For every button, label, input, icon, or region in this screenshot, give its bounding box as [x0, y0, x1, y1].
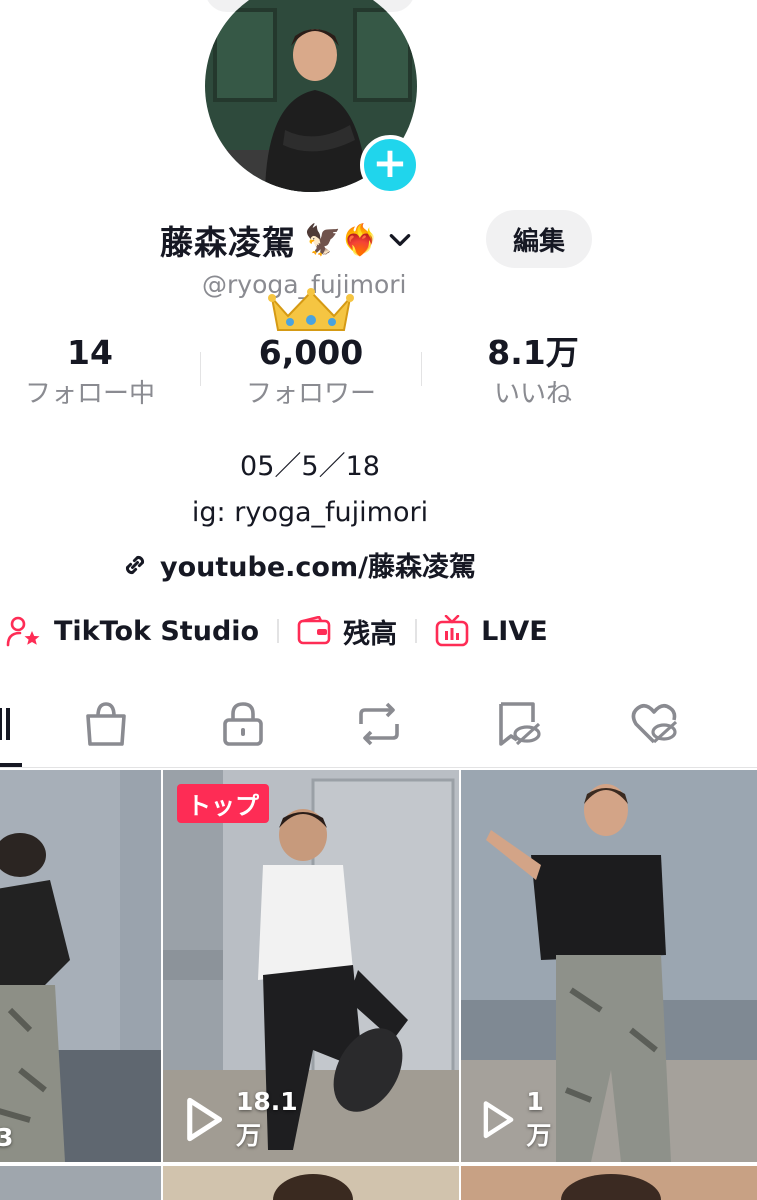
tiktok-studio-button[interactable]: TikTok Studio — [6, 615, 259, 647]
following-label: フォロー中 — [24, 379, 155, 409]
tab-private[interactable] — [219, 700, 267, 748]
view-count-text: 18.1万 — [236, 1087, 298, 1150]
followers-label: フォロワー — [245, 379, 376, 409]
video-image — [163, 1166, 459, 1200]
stat-likes[interactable]: 8.1万 いいね — [443, 330, 623, 412]
balance-button[interactable]: 残高 — [297, 612, 397, 651]
play-icon — [187, 1097, 223, 1142]
follow-add-button[interactable]: + — [360, 135, 420, 195]
stat-divider — [421, 352, 422, 386]
tab-shop[interactable] — [82, 700, 130, 748]
video-thumbnail[interactable] — [461, 1166, 757, 1200]
video-thumbnail[interactable]: 1万 — [461, 770, 757, 1162]
tab-videos[interactable] — [0, 700, 18, 748]
likes-count: 8.1万 — [487, 333, 579, 372]
following-count: 14 — [67, 333, 113, 372]
video-thumbnail[interactable] — [0, 1166, 161, 1200]
live-tv-icon — [435, 615, 469, 647]
tool-divider — [277, 619, 280, 643]
name-emojis: 🦅❤️‍🔥 — [304, 222, 379, 258]
chevron-down-icon[interactable] — [387, 227, 413, 253]
pinned-badge: トップ — [177, 784, 269, 823]
link-icon — [125, 555, 145, 574]
balance-label: 残高 — [343, 618, 398, 650]
tabs-divider — [0, 767, 757, 768]
tiktok-studio-label: TikTok Studio — [54, 615, 260, 647]
tool-divider — [415, 619, 418, 643]
video-thumbnail[interactable]: 3 — [0, 770, 161, 1162]
live-label: LIVE — [481, 615, 548, 647]
video-image — [0, 770, 161, 1162]
profile-tabs — [0, 690, 757, 768]
video-image — [461, 1166, 757, 1200]
tab-liked-hidden[interactable] — [630, 700, 678, 748]
view-count: 18.1万 — [177, 1087, 298, 1152]
likes-label: いいね — [493, 379, 572, 409]
wallet-icon — [297, 616, 331, 645]
video-thumbnail-pinned[interactable]: トップ 18.1万 — [163, 770, 459, 1162]
crown-icon — [268, 288, 354, 331]
display-name: 藤森凌駕 — [160, 223, 296, 262]
live-button[interactable]: LIVE — [435, 615, 548, 647]
play-icon — [483, 1101, 514, 1138]
tab-reposts[interactable] — [355, 700, 403, 748]
followers-count: 6,000 — [258, 333, 364, 372]
video-thumbnail[interactable] — [163, 1166, 459, 1200]
stat-followers[interactable]: 6,000 フォロワー — [221, 330, 401, 412]
bio-line-instagram: ig: ryoga_fujimori — [191, 497, 429, 528]
view-count: 3 — [0, 1123, 13, 1152]
creator-star-icon — [6, 616, 40, 647]
stat-following[interactable]: 14 フォロー中 — [0, 330, 180, 412]
bio-link-text: youtube.com/藤森凌駕 — [160, 552, 476, 583]
tab-tagged-hidden[interactable] — [495, 700, 543, 748]
view-count-text: 1万 — [526, 1087, 552, 1150]
view-count: 1万 — [475, 1087, 551, 1152]
edit-profile-button[interactable]: 編集 — [486, 210, 592, 268]
view-count-text: 3 — [0, 1123, 14, 1152]
bio-link[interactable]: youtube.com/藤森凌駕 — [120, 545, 476, 584]
bio-line-birthday: 05／5／18 — [240, 451, 380, 482]
stat-divider — [200, 352, 201, 386]
